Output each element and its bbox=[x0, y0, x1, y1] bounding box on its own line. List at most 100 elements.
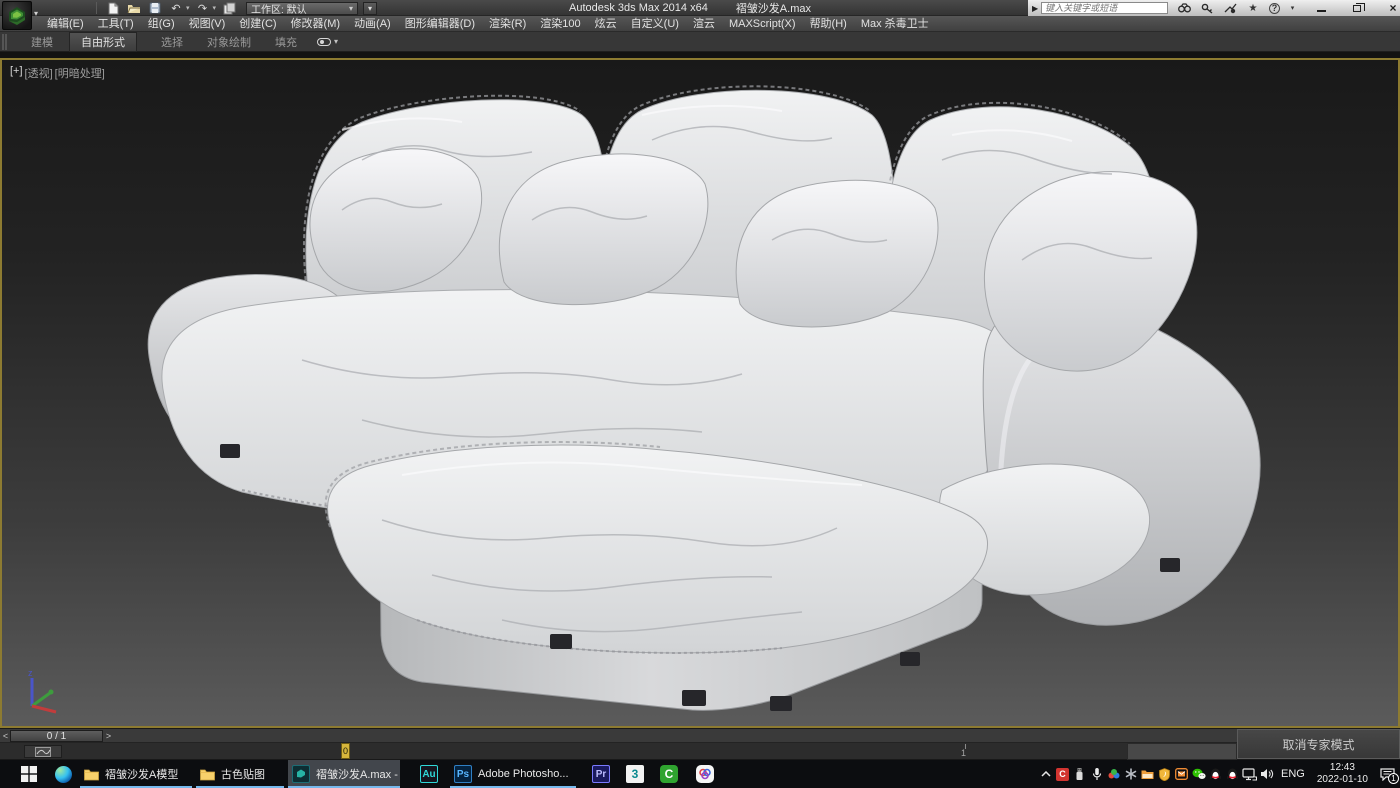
tab-freeform[interactable]: 自由形式 bbox=[69, 32, 137, 52]
cancel-expert-mode-button[interactable]: 取消专家模式 bbox=[1237, 729, 1400, 759]
snowflake-app-icon[interactable] bbox=[1122, 760, 1139, 788]
favorites-star-icon[interactable]: ★ bbox=[1246, 2, 1260, 14]
menu-render100[interactable]: 渲染100 bbox=[533, 16, 587, 32]
cloud-drive-icon[interactable] bbox=[1105, 760, 1122, 788]
notification-badge: 1 bbox=[1388, 773, 1399, 784]
taskbar-camtasia[interactable]: C bbox=[654, 760, 684, 788]
track-bar[interactable]: 0 1 bbox=[0, 743, 1400, 760]
undo-dropdown-icon[interactable]: ▾ bbox=[186, 4, 190, 12]
start-button[interactable] bbox=[16, 760, 42, 788]
network-display-icon[interactable] bbox=[1241, 760, 1258, 788]
subscription-key-icon[interactable] bbox=[1200, 2, 1214, 14]
menu-help[interactable]: 帮助(H) bbox=[803, 16, 854, 32]
3dsmax-app-button[interactable] bbox=[2, 1, 32, 30]
help-icon[interactable]: ? bbox=[1269, 3, 1280, 14]
taskbar-edge[interactable] bbox=[50, 760, 76, 788]
menu-create[interactable]: 创建(C) bbox=[232, 16, 283, 32]
menu-animation[interactable]: 动画(A) bbox=[347, 16, 398, 32]
restore-button[interactable] bbox=[1350, 2, 1364, 14]
minimize-button[interactable] bbox=[1314, 2, 1328, 14]
workspace-dropdown[interactable]: 工作区: 默认 ▾ bbox=[246, 2, 358, 15]
tab-modeling[interactable]: 建模 bbox=[31, 34, 53, 50]
language-indicator[interactable]: ENG bbox=[1275, 768, 1311, 780]
tab-populate[interactable]: 填充 bbox=[275, 34, 297, 50]
perspective-viewport[interactable]: [+] [透视] [明暗处理] z bbox=[0, 58, 1400, 728]
previous-frame-button[interactable]: < bbox=[1, 730, 10, 742]
taskbar-item-label: 古色贴图 bbox=[221, 766, 265, 782]
file-name: 褶皱沙发A.max bbox=[736, 0, 811, 16]
communication-center-icon[interactable] bbox=[1223, 2, 1237, 14]
menu-group[interactable]: 组(G) bbox=[141, 16, 182, 32]
save-file-button[interactable] bbox=[147, 1, 163, 15]
windows-taskbar: 褶皱沙发A模型 古色贴图 褶皱沙发A.max - ... Au Ps Adobe… bbox=[0, 760, 1400, 788]
menu-maxscript[interactable]: MAXScript(X) bbox=[722, 16, 803, 32]
menu-customize[interactable]: 自定义(U) bbox=[624, 16, 686, 32]
current-frame-marker[interactable]: 0 bbox=[341, 743, 350, 759]
workspace-label: 工作区: 默认 bbox=[251, 1, 307, 16]
audition-icon: Au bbox=[420, 765, 438, 783]
tab-object-paint[interactable]: 对象绘制 bbox=[207, 34, 251, 50]
help-dropdown-icon[interactable]: ▾ bbox=[1289, 2, 1296, 14]
tray-expand-chevron-icon[interactable] bbox=[1037, 760, 1054, 788]
viewport-shading-menu[interactable]: [明暗处理] bbox=[55, 65, 105, 81]
taskbar-clock[interactable]: 12:43 2022-01-10 bbox=[1311, 762, 1374, 786]
taskbar-rings-app[interactable] bbox=[690, 760, 720, 788]
ribbon-drag-handle[interactable] bbox=[2, 34, 7, 50]
menu-edit[interactable]: 编辑(E) bbox=[40, 16, 91, 32]
undo-button[interactable]: ↶ bbox=[168, 1, 184, 15]
next-frame-button[interactable]: > bbox=[104, 730, 113, 742]
usb-device-icon[interactable] bbox=[1071, 760, 1088, 788]
new-scene-button[interactable] bbox=[105, 1, 121, 15]
viewport-pov-menu[interactable]: [透视] bbox=[25, 65, 53, 81]
close-button[interactable]: × bbox=[1386, 2, 1400, 14]
chaise-mattress bbox=[326, 442, 1150, 653]
volume-icon[interactable] bbox=[1258, 760, 1275, 788]
taskbar-3dsmax-task[interactable]: 褶皱沙发A.max - ... bbox=[288, 760, 400, 788]
menu-max-antivirus[interactable]: Max 杀毒卫士 bbox=[854, 16, 936, 32]
camtasia-icon: C bbox=[660, 765, 678, 783]
orange-folder-tray-icon[interactable] bbox=[1139, 760, 1156, 788]
notification-center-button[interactable]: 1 bbox=[1374, 760, 1400, 788]
taskbar-folder-model[interactable]: 褶皱沙发A模型 bbox=[80, 760, 192, 788]
menu-graph-editors[interactable]: 图形编辑器(D) bbox=[398, 16, 482, 32]
taskbar-premiere[interactable]: Pr bbox=[586, 760, 616, 788]
menu-xuanyun[interactable]: 炫云 bbox=[588, 16, 624, 32]
tab-selection[interactable]: 选择 bbox=[161, 34, 183, 50]
tray-c-app-icon[interactable]: C bbox=[1054, 760, 1071, 788]
search-input[interactable] bbox=[1041, 2, 1168, 14]
taskbar-audition[interactable]: Au bbox=[414, 760, 444, 788]
qq-icon[interactable] bbox=[1207, 760, 1224, 788]
viewport-general-menu[interactable]: [+] bbox=[10, 65, 23, 81]
menu-rendering[interactable]: 渲染(R) bbox=[482, 16, 533, 32]
qat-customize-button[interactable]: ▾ bbox=[363, 2, 377, 15]
ribbon-minimize-toggle[interactable]: ▾ bbox=[317, 37, 338, 46]
project-folder-button[interactable] bbox=[221, 1, 237, 15]
microphone-icon[interactable] bbox=[1088, 760, 1105, 788]
taskbar-folder-textures[interactable]: 古色贴图 bbox=[196, 760, 284, 788]
rings-app-icon bbox=[696, 765, 714, 783]
taskbar-photoshop[interactable]: Ps Adobe Photosho... bbox=[450, 760, 576, 788]
time-slider-thumb[interactable]: 0 / 1 bbox=[10, 730, 103, 742]
wechat-icon[interactable] bbox=[1190, 760, 1207, 788]
redo-button[interactable]: ↷ bbox=[195, 1, 211, 15]
app-button-caret-icon[interactable]: ▾ bbox=[34, 9, 38, 18]
security-shield-icon[interactable] bbox=[1156, 760, 1173, 788]
mini-curve-editor-button[interactable] bbox=[24, 745, 62, 758]
menu-xianyun[interactable]: 渲云 bbox=[686, 16, 722, 32]
trackbar-end-segment[interactable] bbox=[1127, 743, 1237, 760]
system-tray: C bbox=[1037, 760, 1400, 788]
menu-modifiers[interactable]: 修改器(M) bbox=[284, 16, 348, 32]
open-file-button[interactable] bbox=[126, 1, 142, 15]
qq-icon-2[interactable] bbox=[1224, 760, 1241, 788]
infocenter-expand-icon[interactable]: ▶ bbox=[1032, 4, 1038, 13]
qat-separator bbox=[96, 2, 97, 14]
taskbar-3dsmax-app[interactable]: 3 bbox=[620, 760, 650, 788]
menu-tools[interactable]: 工具(T) bbox=[91, 16, 141, 32]
ribbon-toggle-caret-icon: ▾ bbox=[334, 37, 338, 46]
redo-dropdown-icon[interactable]: ▾ bbox=[213, 4, 217, 12]
menu-views[interactable]: 视图(V) bbox=[182, 16, 233, 32]
mail-app-icon[interactable] bbox=[1173, 760, 1190, 788]
sofa-3d-model bbox=[2, 60, 1398, 726]
time-slider-row[interactable]: < 0 / 1 > bbox=[0, 728, 1400, 743]
search-binoculars-icon[interactable] bbox=[1177, 2, 1191, 14]
